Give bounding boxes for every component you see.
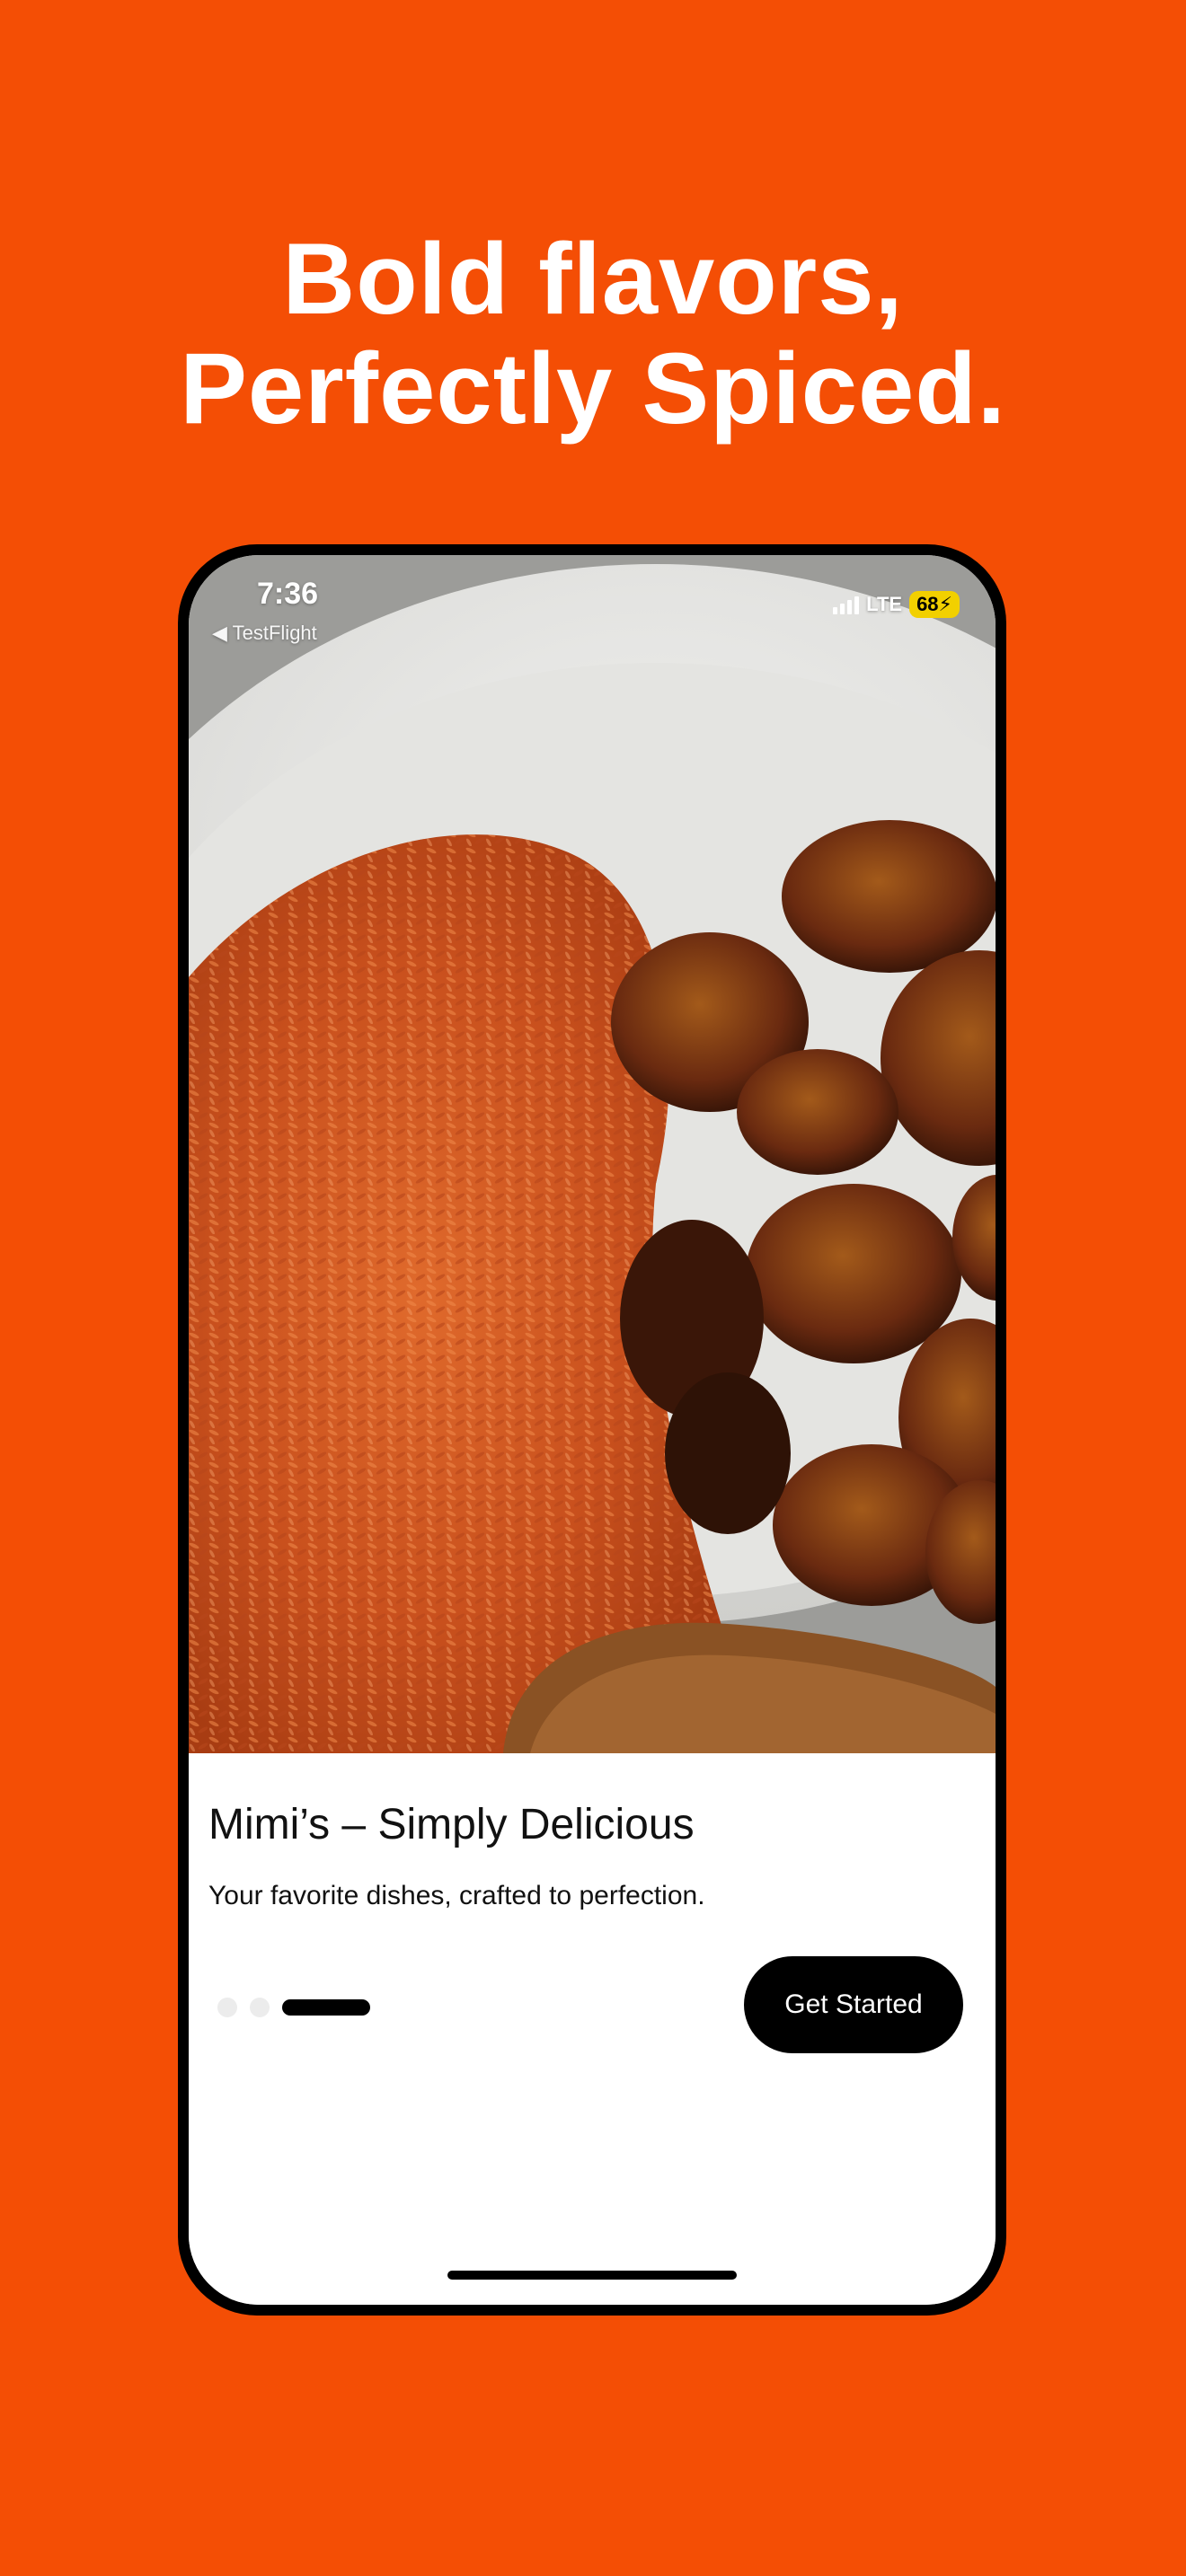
battery-level: 68 bbox=[916, 593, 939, 615]
status-time: 7:36 bbox=[257, 577, 319, 611]
food-photo bbox=[189, 555, 996, 1753]
page-dot-2[interactable] bbox=[250, 1998, 270, 2017]
marketing-headline: Bold flavors, Perfectly Spiced. bbox=[0, 225, 1186, 444]
status-icons: LTE 68⚡ bbox=[833, 591, 960, 618]
headline-line-1: Bold flavors, bbox=[282, 223, 904, 335]
get-started-button[interactable]: Get Started bbox=[744, 1956, 963, 2053]
onboarding-panel: Mimi’s – Simply Delicious Your favorite … bbox=[189, 1753, 996, 2305]
phone-frame: 7:36 ◀ TestFlight LTE 68⚡ Mimi’s – Simpl… bbox=[178, 544, 1006, 2316]
network-type: LTE bbox=[866, 593, 903, 615]
headline-line-2: Perfectly Spiced. bbox=[180, 332, 1006, 445]
charging-bolt-icon: ⚡ bbox=[938, 593, 952, 615]
back-to-testflight-link[interactable]: ◀ TestFlight bbox=[212, 622, 317, 645]
cellular-signal-icon bbox=[833, 595, 860, 614]
battery-icon: 68⚡ bbox=[909, 591, 960, 618]
onboarding-title: Mimi’s – Simply Delicious bbox=[208, 1801, 695, 1848]
phone-screen: 7:36 ◀ TestFlight LTE 68⚡ Mimi’s – Simpl… bbox=[189, 555, 996, 2305]
onboarding-subtitle: Your favorite dishes, crafted to perfect… bbox=[208, 1881, 705, 1910]
page-indicator bbox=[217, 1998, 370, 2017]
page-dot-1[interactable] bbox=[217, 1998, 237, 2017]
page-dot-active[interactable] bbox=[282, 1999, 370, 2016]
home-indicator[interactable] bbox=[447, 2271, 737, 2280]
